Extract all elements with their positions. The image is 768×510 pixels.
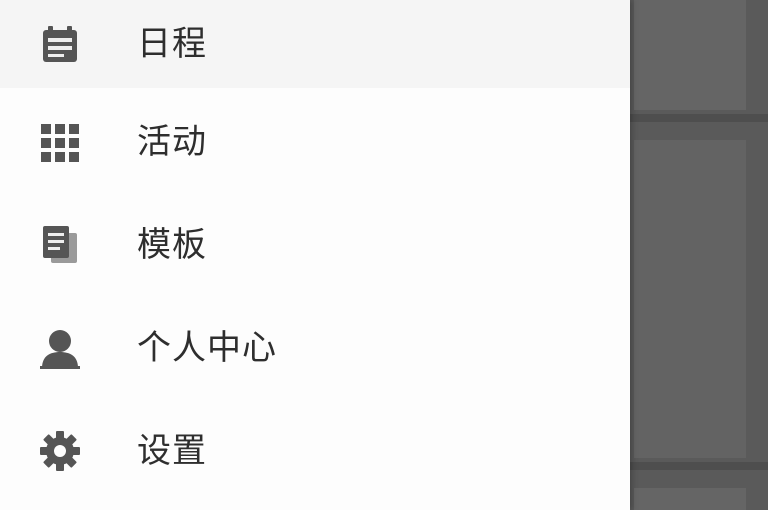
app-screen: 日程 活动 模板 个人中心 设置 (0, 0, 768, 510)
dimmed-content-scrim[interactable] (630, 0, 768, 510)
drawer-item-activities[interactable]: 活动 (0, 98, 630, 186)
drawer-item-label: 日程 (137, 24, 207, 64)
document-stack-icon (38, 223, 82, 267)
drawer-item-profile[interactable]: 个人中心 (0, 304, 630, 392)
grid-icon (38, 120, 82, 164)
drawer-item-templates[interactable]: 模板 (0, 201, 630, 289)
drawer-item-label: 个人中心 (137, 328, 277, 368)
drawer-item-schedule[interactable]: 日程 (0, 0, 630, 88)
background-divider (630, 462, 768, 470)
background-card (634, 488, 746, 510)
background-card (634, 0, 746, 110)
drawer-item-label: 设置 (137, 431, 207, 471)
person-icon (38, 326, 82, 370)
background-card (634, 140, 746, 458)
drawer-item-settings[interactable]: 设置 (0, 407, 630, 495)
navigation-drawer: 日程 活动 模板 个人中心 设置 (0, 0, 630, 510)
drawer-item-label: 模板 (137, 225, 207, 265)
gear-icon (38, 429, 82, 473)
background-divider (630, 114, 768, 122)
drawer-item-label: 活动 (137, 122, 207, 162)
calendar-icon (38, 22, 82, 66)
